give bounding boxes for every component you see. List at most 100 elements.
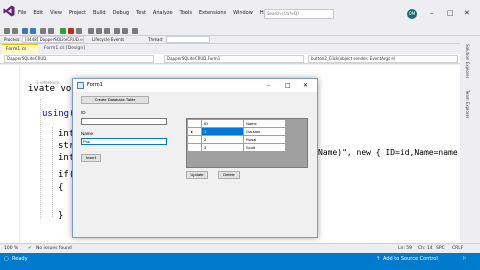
form-app-icon xyxy=(77,82,84,89)
name-label: Name xyxy=(81,131,94,136)
editor-status-bar: 100 % ✔ No issues found Ln: 59 Ch: 14 SP… xyxy=(0,243,480,253)
menu-tools[interactable]: Tools xyxy=(180,8,192,18)
grid-cell-name[interactable]: Rosal xyxy=(243,135,286,144)
standard-toolbar xyxy=(0,26,480,36)
continue-icon[interactable] xyxy=(60,28,66,34)
create-database-table-button[interactable]: Create Database Table xyxy=(81,96,149,104)
menu-debug[interactable]: Debug xyxy=(113,8,129,18)
save-all-icon[interactable] xyxy=(30,28,36,34)
menu-test[interactable]: Test xyxy=(136,8,146,18)
line-number-gutter xyxy=(0,65,20,243)
status-icon: ▢ xyxy=(4,256,9,262)
maximize-icon[interactable]: □ xyxy=(447,8,454,18)
close-icon[interactable]: ✕ xyxy=(464,8,470,18)
data-grid-view[interactable]: ID Name ▸ 1 Gautam 2 Rosal 3 Scott xyxy=(186,118,308,168)
tab-form1-design[interactable]: Form1.cs [Design] xyxy=(40,44,98,54)
source-control-icon: ↑ xyxy=(376,256,381,262)
search-input[interactable]: Search (Ctrl+Q) xyxy=(264,9,334,19)
menu-build[interactable]: Build xyxy=(93,8,106,18)
form-maximize-icon[interactable]: □ xyxy=(285,79,291,92)
row-pointer-icon[interactable]: ▸ xyxy=(187,127,202,136)
thread-label: Thread: xyxy=(148,37,164,42)
insert-button[interactable]: Insert xyxy=(81,154,101,162)
menu-edit[interactable]: Edit xyxy=(33,8,43,18)
row-header[interactable] xyxy=(187,135,202,144)
vs-titlebar: File Edit View Project Build Debug Test … xyxy=(0,0,480,26)
navigation-bar: DapperSQLiteCRUD DapperSQLiteCRUD.Form1 … xyxy=(0,54,460,64)
ready-status: Ready xyxy=(12,256,28,262)
grid-cell-name[interactable]: Scott xyxy=(243,143,286,152)
delete-button[interactable]: Delete xyxy=(218,171,240,179)
code-brace-open: { xyxy=(58,183,64,193)
undo-icon[interactable] xyxy=(40,28,46,34)
process-label: Process: xyxy=(4,37,21,42)
table-row[interactable]: 2 Rosal xyxy=(187,135,286,144)
add-to-source-control[interactable]: Add to Source Control xyxy=(383,253,438,265)
tab-form1-cs[interactable]: Form1.cs xyxy=(2,44,38,54)
step-out-icon[interactable] xyxy=(104,28,110,34)
side-tool-strip xyxy=(460,36,480,243)
grid-column-header-id[interactable]: ID xyxy=(201,119,244,128)
grid-cell-id[interactable]: 1 xyxy=(201,127,244,136)
breakpoint-icon[interactable] xyxy=(132,28,138,34)
id-input[interactable] xyxy=(81,118,167,125)
member-dropdown[interactable]: button2_Click(object sender, EventArgs e… xyxy=(308,55,458,63)
visual-studio-logo-icon xyxy=(3,5,15,17)
indent-guide xyxy=(40,99,41,219)
back-icon[interactable] xyxy=(4,28,10,34)
lifecycle-events-dropdown[interactable]: Lifecycle Events xyxy=(92,36,124,44)
hot-reload-icon[interactable] xyxy=(114,28,120,34)
menu-project[interactable]: Project xyxy=(69,8,86,18)
menu-analyze[interactable]: Analyze xyxy=(153,8,173,18)
grid-cell-id[interactable]: 2 xyxy=(201,135,244,144)
step-into-icon[interactable] xyxy=(96,28,102,34)
grid-column-header-name[interactable]: Name xyxy=(243,119,286,128)
update-button[interactable]: Update xyxy=(186,171,208,179)
indent-guide xyxy=(52,127,53,217)
minimize-icon[interactable]: – xyxy=(430,8,434,18)
redo-icon[interactable] xyxy=(48,28,54,34)
class-dropdown[interactable]: DapperSQLiteCRUD.Form1 xyxy=(164,55,304,63)
form1-window: Form1 – □ ✕ Create Database Table ID Nam… xyxy=(72,78,318,238)
table-row[interactable]: ▸ 1 Gautam xyxy=(187,127,286,136)
form-close-icon[interactable]: ✕ xyxy=(303,79,308,92)
visual-studio-window: File Edit View Project Build Debug Test … xyxy=(0,0,480,270)
step-over-icon[interactable] xyxy=(88,28,94,34)
row-header[interactable] xyxy=(187,143,202,152)
grid-cell-id[interactable]: 3 xyxy=(201,143,244,152)
tab-label: Form1.cs xyxy=(6,47,27,52)
debug-location-toolbar: Process: [4448] DapperSQLiteCRUD.exe Lif… xyxy=(0,36,480,44)
code-trailing-expression: Name)", new { ID=id,Name=name }); xyxy=(318,148,477,157)
grid-header-row: ID Name xyxy=(187,119,286,128)
form-minimize-icon[interactable]: – xyxy=(267,79,270,92)
id-label: ID xyxy=(81,110,86,115)
menu-extensions[interactable]: Extensions xyxy=(199,8,226,18)
save-icon[interactable] xyxy=(22,28,28,34)
form1-titlebar: Form1 – □ ✕ xyxy=(73,79,317,92)
avatar[interactable]: OM xyxy=(407,9,417,19)
grid-cell-name[interactable]: Gautam xyxy=(243,127,286,136)
restart-icon[interactable] xyxy=(76,28,82,34)
code-brace-close: } xyxy=(58,211,64,221)
grid-table: ID Name ▸ 1 Gautam 2 Rosal 3 Scott xyxy=(187,119,286,152)
menu-window[interactable]: Window xyxy=(233,8,253,18)
process-dropdown[interactable]: [4448] DapperSQLiteCRUD.exe xyxy=(22,36,84,43)
thread-dropdown[interactable] xyxy=(166,36,210,43)
menu-view[interactable]: View xyxy=(50,8,62,18)
menu-file[interactable]: File xyxy=(18,8,26,18)
tab-label: Form1.cs [Design] xyxy=(44,46,85,51)
document-tabs: Form1.cs Form1.cs [Design] xyxy=(0,44,460,54)
forward-icon[interactable] xyxy=(12,28,18,34)
form1-title: Form1 xyxy=(87,82,103,88)
table-row[interactable]: 3 Scott xyxy=(187,143,286,152)
team-explorer-tab[interactable]: Team Explorer xyxy=(465,90,470,119)
notifications-icon[interactable]: ⚐ xyxy=(462,253,466,265)
grid-corner xyxy=(187,119,202,128)
solution-explorer-tab[interactable]: Solution Explorer xyxy=(465,44,470,78)
name-input[interactable]: Pos xyxy=(81,138,167,145)
project-dropdown[interactable]: DapperSQLiteCRUD xyxy=(4,55,154,63)
stop-icon[interactable] xyxy=(68,28,74,34)
menu-bar: File Edit View Project Build Debug Test … xyxy=(18,8,278,18)
main-status-bar: ▢ Ready ↑ Add to Source Control ⚐ xyxy=(0,253,480,270)
diagnostics-icon[interactable] xyxy=(122,28,128,34)
